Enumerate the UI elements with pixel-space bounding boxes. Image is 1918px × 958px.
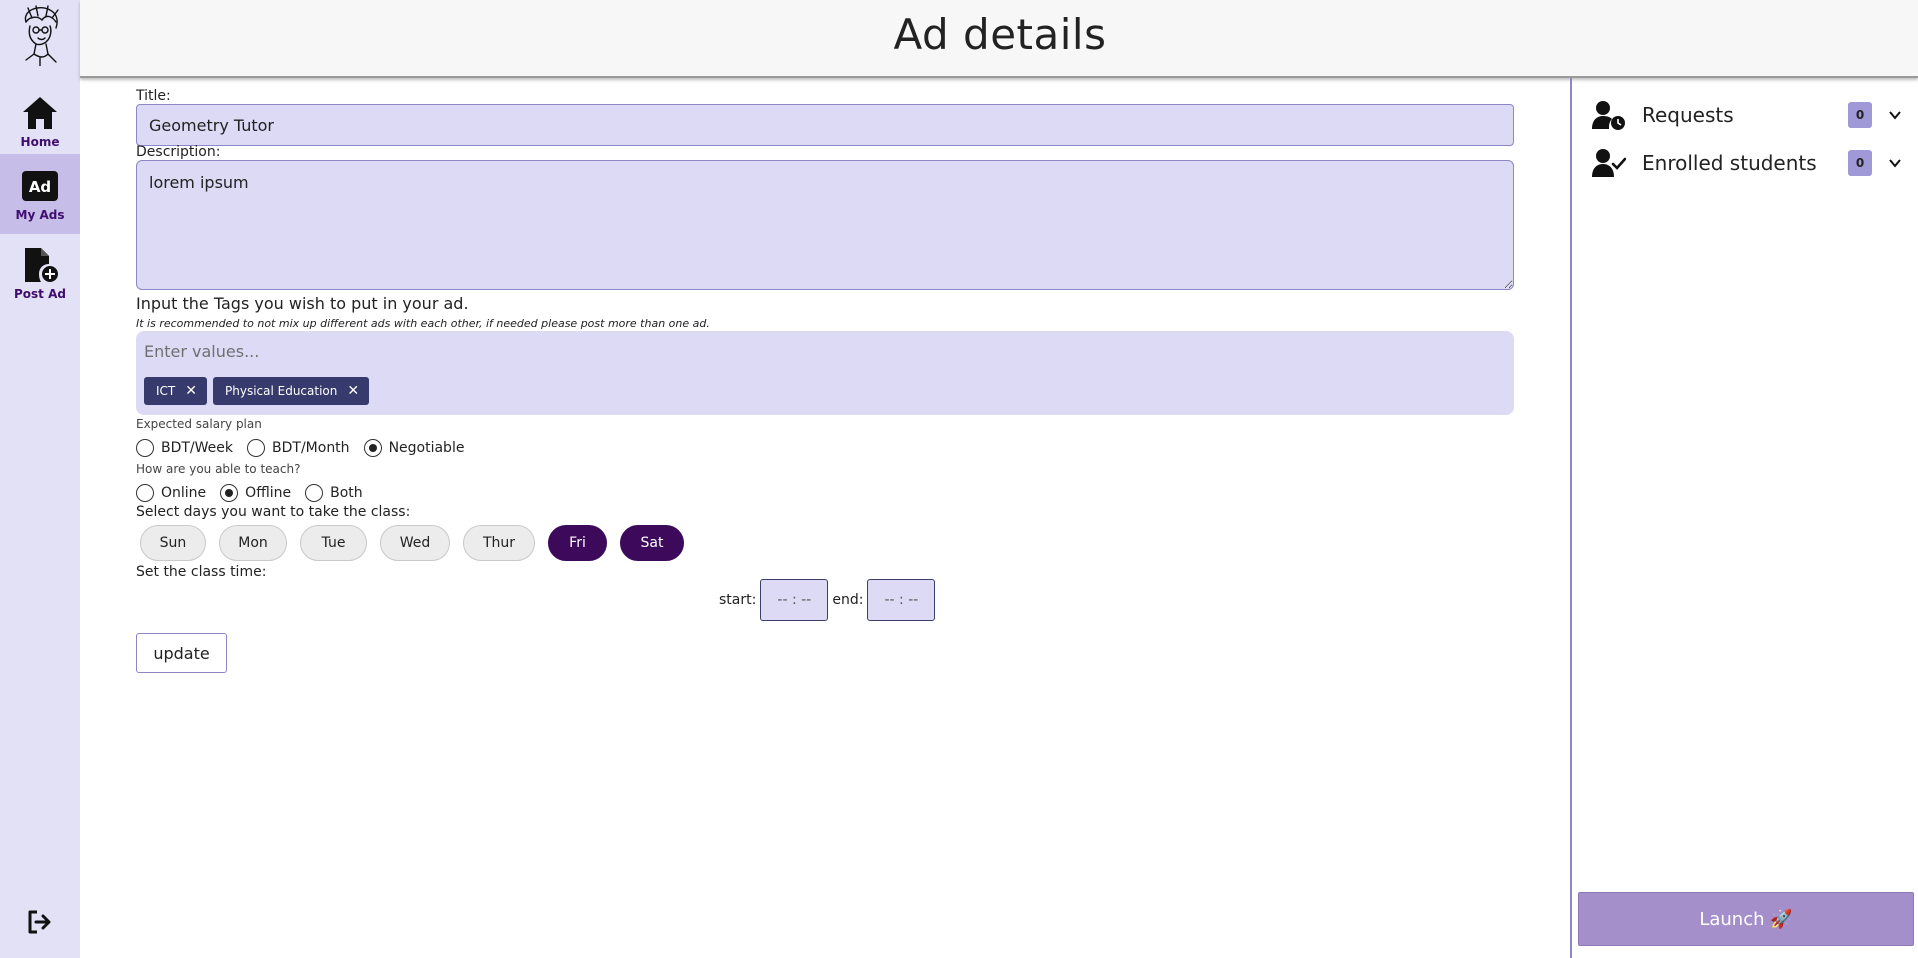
sidebar-item-post-ad[interactable]: Post Ad (0, 234, 80, 312)
radio-button[interactable] (220, 484, 239, 502)
enrolled-count-badge: 0 (1848, 150, 1872, 176)
sidebar-item-my-ads[interactable]: Ad My Ads (0, 154, 80, 234)
sidebar-item-label: Post Ad (14, 287, 66, 301)
requests-count-badge: 0 (1848, 102, 1872, 128)
salary-option-week[interactable]: BDT/Week (136, 439, 233, 457)
radio-label: Online (161, 485, 207, 501)
chevron-down-icon (1889, 159, 1901, 168)
class-time-row: start: -- : -- end: -- : -- (719, 579, 939, 621)
sidebar-item-label: My Ads (15, 208, 65, 222)
user-check-icon (1592, 149, 1626, 177)
remove-tag-icon[interactable]: ✕ (185, 383, 197, 399)
end-time-label: end: (832, 592, 864, 608)
remove-tag-icon[interactable]: ✕ (347, 383, 359, 399)
title-label: Title: (136, 88, 171, 104)
days-label: Select days you want to take the class: (136, 504, 411, 520)
teach-option-online[interactable]: Online (136, 484, 206, 502)
sidebar-item-label: Home (20, 135, 60, 149)
sidebar-item-home[interactable]: Home (0, 82, 80, 160)
header: Ad details (80, 0, 1918, 78)
requests-label: Requests (1642, 103, 1734, 127)
title-input[interactable] (136, 104, 1514, 146)
tag-chip-label: Physical Education (225, 384, 338, 398)
logo-icon (24, 5, 59, 66)
requests-accordion[interactable]: Requests 0 (1592, 95, 1902, 135)
day-button-tue[interactable]: Tue (300, 525, 367, 561)
end-time-input[interactable]: -- : -- (867, 579, 936, 621)
logout-icon[interactable] (26, 908, 54, 936)
description-input[interactable]: lorem ipsum (136, 160, 1514, 290)
radio-button[interactable] (136, 484, 154, 502)
teach-option-offline[interactable]: Offline (220, 484, 291, 502)
teach-mode-label: How are you able to teach? (136, 462, 301, 476)
salary-label: Expected salary plan (136, 417, 262, 431)
radio-label: BDT/Month (272, 440, 350, 456)
tag-chip: ICT ✕ (144, 377, 207, 405)
radio-button[interactable] (247, 439, 266, 457)
tag-chip: Physical Education ✕ (213, 377, 370, 405)
salary-option-month[interactable]: BDT/Month (247, 439, 350, 457)
teach-mode-radio-group: Online Offline Both (136, 484, 377, 502)
day-button-fri[interactable]: Fri (548, 525, 607, 561)
radio-label: BDT/Week (161, 440, 234, 456)
teach-option-both[interactable]: Both (305, 484, 363, 502)
chevron-down-icon (1889, 111, 1901, 120)
tags-box: ICT ✕ Physical Education ✕ (136, 331, 1514, 415)
radio-button[interactable] (136, 439, 154, 457)
day-button-mon[interactable]: Mon (219, 525, 287, 561)
tags-note: It is recommended to not mix up differen… (136, 317, 710, 330)
days-selector: Sun Mon Tue Wed Thur Fri Sat (140, 525, 697, 561)
page-title: Ad details (893, 10, 1107, 59)
radio-label: Offline (245, 485, 292, 501)
radio-button[interactable] (305, 484, 324, 502)
post-file-icon (20, 245, 60, 285)
salary-option-negotiable[interactable]: Negotiable (363, 439, 465, 457)
radio-label: Negotiable (388, 440, 465, 456)
description-label: Description: (136, 144, 221, 160)
radio-label: Both (330, 485, 363, 501)
day-button-sat[interactable]: Sat (620, 525, 684, 561)
sidebar: Home Ad My Ads Post Ad (0, 0, 80, 958)
tags-input[interactable] (144, 339, 1504, 363)
class-time-label: Set the class time: (136, 564, 267, 580)
user-clock-icon (1592, 101, 1625, 130)
enrolled-students-label: Enrolled students (1642, 151, 1817, 175)
home-icon (20, 93, 60, 133)
update-button[interactable]: update (136, 633, 227, 673)
day-button-sun[interactable]: Sun (140, 525, 206, 561)
ad-icon: Ad (20, 166, 60, 206)
enrolled-students-accordion[interactable]: Enrolled students 0 (1592, 143, 1902, 183)
day-button-wed[interactable]: Wed (380, 525, 450, 561)
day-button-thur[interactable]: Thur (463, 525, 535, 561)
radio-button[interactable] (363, 439, 382, 457)
tag-chip-label: ICT (156, 384, 176, 398)
right-panel: Requests 0 Enrolled students 0 Launch 🚀 (1570, 78, 1918, 958)
launch-button[interactable]: Launch 🚀 (1578, 892, 1914, 946)
start-time-input[interactable]: -- : -- (760, 579, 829, 621)
svg-text:Ad: Ad (29, 178, 51, 196)
salary-radio-group: BDT/Week BDT/Month Negotiable (136, 439, 478, 457)
start-time-label: start: (719, 592, 757, 608)
tags-label: Input the Tags you wish to put in your a… (136, 294, 469, 313)
